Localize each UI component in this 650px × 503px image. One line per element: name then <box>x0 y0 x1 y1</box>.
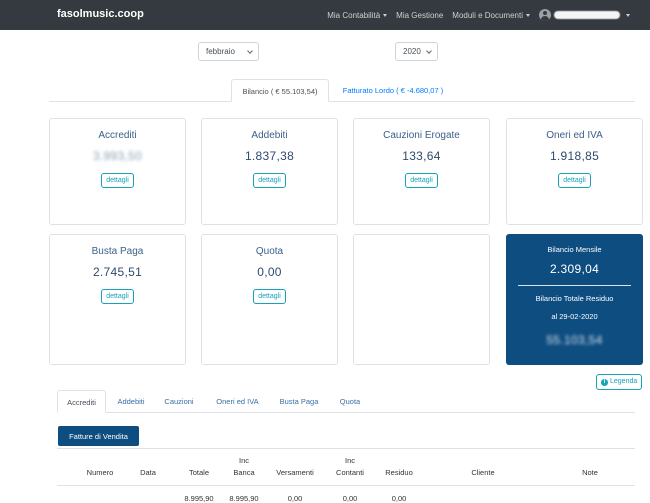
th-versamenti[interactable]: Versamenti <box>268 467 322 479</box>
summary-tabs: Bilancio ( € 55.103,54) Fatturato Lordo … <box>49 79 635 102</box>
card-title: Accrediti <box>98 130 137 141</box>
th-inc-banca-line1: Inc <box>238 456 249 465</box>
th-inc-contanti[interactable]: Inc Contanti <box>328 455 372 479</box>
td-inc-banca: 8.995,90 <box>229 494 259 503</box>
th-inc-banca-line2: Banca <box>233 468 255 477</box>
card-value: 0,00 <box>257 265 282 279</box>
nav-item-mia-gestione[interactable]: Mia Gestione <box>396 11 443 20</box>
user-avatar-icon <box>539 9 551 21</box>
card-value: 133,64 <box>402 149 441 163</box>
nav-item-label: Moduli e Documenti <box>452 10 523 20</box>
month-select-value: febbraio <box>206 47 235 56</box>
legenda-label: Legenda <box>610 378 638 385</box>
year-select-value: 2020 <box>403 47 421 56</box>
card-oneri-iva: Oneri ed IVA 1.918,85 dettagli <box>506 118 643 225</box>
monthly-balance-value: 2.309,04 <box>549 262 600 276</box>
tab-accrediti[interactable]: Accrediti <box>57 390 106 413</box>
th-residuo[interactable]: Residuo <box>378 467 420 479</box>
month-select[interactable]: febbraio <box>198 42 259 61</box>
card-empty <box>353 234 490 365</box>
tab-addebiti[interactable]: Addebiti <box>111 390 151 413</box>
top-navbar: fasolmusic.coop Mia Contabilità Mia Gest… <box>0 0 650 30</box>
fatture-vendita-button[interactable]: Fatture di Vendita <box>58 426 139 446</box>
td-versamenti: 0,00 <box>287 494 303 503</box>
dettagli-button[interactable]: dettagli <box>101 173 134 188</box>
card-value: 3.993,50 <box>92 149 143 163</box>
tab-fatturato-lordo[interactable]: Fatturato Lordo ( € -4.680,07 ) <box>334 79 452 102</box>
card-title: Oneri ed IVA <box>546 130 603 141</box>
user-name-redacted <box>554 11 620 19</box>
dettagli-button[interactable]: dettagli <box>558 173 591 188</box>
legenda-button[interactable]: i Legenda <box>596 374 643 390</box>
th-data[interactable]: Data <box>133 467 163 479</box>
th-totale[interactable]: Totale <box>181 467 217 479</box>
card-addebiti: Addebiti 1.837,38 dettagli <box>201 118 338 225</box>
card-value: 1.837,38 <box>244 149 295 163</box>
total-balance-label: Bilancio Totale Residuo <box>535 294 614 303</box>
nav-menu: Mia Contabilità Mia Gestione Moduli e Do… <box>327 9 630 21</box>
tab-oneri-iva[interactable]: Oneri ed IVA <box>210 390 265 413</box>
card-quota: Quota 0,00 dettagli <box>201 234 338 365</box>
detail-tabs: Accrediti Addebiti Cauzioni Oneri ed IVA… <box>57 390 635 413</box>
table-header-line <box>57 485 635 486</box>
card-cauzioni-erogate: Cauzioni Erogate 133,64 dettagli <box>353 118 490 225</box>
td-residuo: 0,00 <box>391 494 407 503</box>
total-balance-value: 55.103,54 <box>546 333 603 347</box>
chevron-down-icon <box>247 48 253 54</box>
card-accrediti: Accrediti 3.993,50 dettagli <box>49 118 186 225</box>
card-title: Addebiti <box>251 130 288 141</box>
td-inc-contanti: 0,00 <box>342 494 358 503</box>
monthly-balance-label: Bilancio Mensile <box>547 245 602 254</box>
brand-logo[interactable]: fasolmusic.coop <box>57 8 144 20</box>
th-inc-contanti-line2: Contanti <box>336 468 364 477</box>
tab-cauzioni[interactable]: Cauzioni <box>158 390 200 413</box>
info-icon: i <box>601 379 608 386</box>
nav-item-mia-contabilita[interactable]: Mia Contabilità <box>327 10 388 20</box>
card-busta-paga: Busta Paga 2.745,51 dettagli <box>49 234 186 365</box>
th-inc-contanti-line1: Inc <box>344 456 355 465</box>
td-totale: 8.995,90 <box>184 494 214 503</box>
tab-quota[interactable]: Quota <box>333 390 367 413</box>
caret-down-icon <box>626 13 630 17</box>
year-select[interactable]: 2020 <box>395 42 438 61</box>
caret-down-icon <box>526 13 530 17</box>
nav-item-label: Mia Contabilità <box>327 10 381 20</box>
th-numero[interactable]: Numero <box>78 467 122 479</box>
table-top-divider <box>57 448 635 449</box>
card-value: 2.745,51 <box>92 265 143 279</box>
bilancio-summary-panel: Bilancio Mensile 2.309,04 Bilancio Total… <box>506 234 643 365</box>
card-title: Quota <box>255 246 284 257</box>
dettagli-button[interactable]: dettagli <box>101 289 134 304</box>
total-balance-date: al 29-02-2020 <box>551 312 598 321</box>
tab-busta-paga[interactable]: Busta Paga <box>274 390 324 413</box>
th-note[interactable]: Note <box>570 467 610 479</box>
dettagli-button[interactable]: dettagli <box>405 173 438 188</box>
caret-down-icon <box>383 13 388 17</box>
th-cliente[interactable]: Cliente <box>455 467 511 479</box>
user-menu[interactable] <box>539 9 630 21</box>
dettagli-button[interactable]: dettagli <box>253 289 286 304</box>
th-inc-banca[interactable]: Inc Banca <box>226 455 262 479</box>
summary-divider <box>518 285 631 286</box>
chevron-down-icon <box>426 48 432 54</box>
card-value: 1.918,85 <box>549 149 600 163</box>
card-title: Cauzioni Erogate <box>383 130 460 141</box>
dettagli-button[interactable]: dettagli <box>253 173 286 188</box>
nav-item-moduli-documenti[interactable]: Moduli e Documenti <box>452 11 530 20</box>
card-title: Busta Paga <box>91 246 144 257</box>
tab-bilancio[interactable]: Bilancio ( € 55.103,54) <box>231 79 329 102</box>
